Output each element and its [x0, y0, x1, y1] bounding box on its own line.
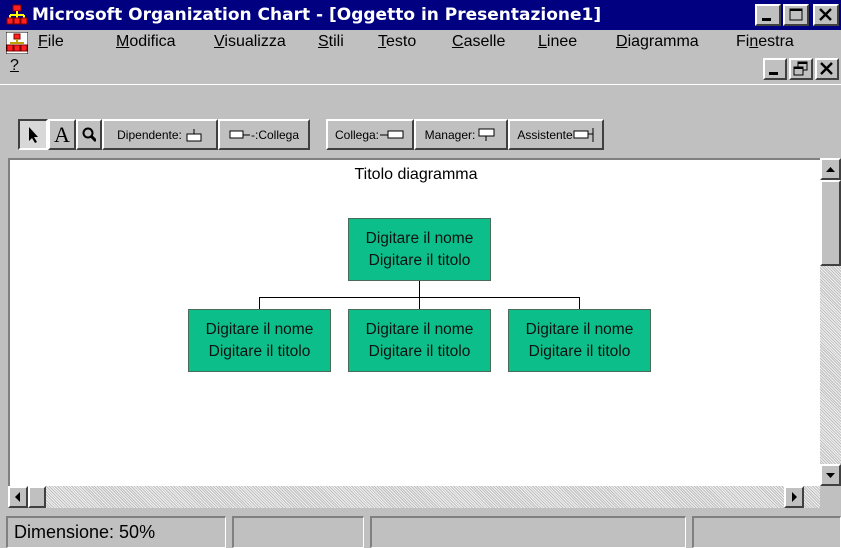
- box-name: Digitare il nome: [365, 229, 474, 247]
- menu-file[interactable]: File: [38, 33, 64, 51]
- status-panel-2: [232, 516, 364, 548]
- box-title: Digitare il titolo: [528, 342, 631, 360]
- scroll-right-button[interactable]: [784, 486, 804, 508]
- select-tool-button[interactable]: [18, 119, 48, 150]
- doc-minimize-button[interactable]: [763, 58, 787, 80]
- assistant-tool-button[interactable]: Assistente: [508, 119, 604, 150]
- assistant-label: Assistente: [517, 127, 573, 142]
- arrow-down-icon: [826, 473, 835, 478]
- window-title: Microsoft Organization Chart - [Oggetto …: [32, 5, 602, 25]
- status-bar: Dimensione: 50%: [0, 510, 841, 548]
- scrollbar-corner: [820, 486, 841, 508]
- box-name: Digitare il nome: [365, 320, 474, 338]
- zoom-tool-button[interactable]: [76, 119, 102, 150]
- chart-title[interactable]: Titolo diagramma: [10, 166, 822, 184]
- manager-tool-button[interactable]: Manager:: [414, 119, 508, 150]
- doc-restore-button[interactable]: [789, 58, 813, 80]
- menu-visualizza[interactable]: Visualizza: [214, 33, 286, 51]
- status-panel-4: [692, 516, 841, 548]
- subordinate-label: Dipendente:: [117, 127, 182, 142]
- horizontal-scrollbar[interactable]: [8, 486, 820, 508]
- connector-manager-down: [419, 280, 420, 298]
- left-coworker-icon: [229, 130, 250, 138]
- maximize-button[interactable]: [783, 4, 809, 26]
- left-coworker-label: -:Collega: [250, 127, 300, 142]
- right-coworker-icon: [380, 130, 404, 138]
- subordinate-tool-button[interactable]: Dipendente:: [102, 119, 218, 150]
- text-tool-label: A: [54, 121, 70, 147]
- menu-linee[interactable]: Linee: [538, 33, 577, 51]
- magnifier-icon: [82, 127, 96, 142]
- close-icon: [820, 62, 833, 75]
- subordinate-icon: [186, 128, 202, 141]
- org-box-subordinate-1[interactable]: Digitare il nome Digitare il titolo: [188, 309, 331, 372]
- doc-close-button[interactable]: [815, 58, 839, 80]
- manager-label: Manager:: [424, 127, 476, 142]
- arrow-pointer-icon: [29, 126, 38, 143]
- menu-modifica[interactable]: Modifica: [116, 33, 176, 51]
- box-title: Digitare il titolo: [368, 342, 471, 360]
- box-title: Digitare il titolo: [368, 251, 471, 269]
- document-icon[interactable]: [5, 31, 29, 55]
- menu-caselle[interactable]: Caselle: [452, 33, 505, 51]
- minimize-icon: [769, 72, 778, 75]
- menu-testo[interactable]: Testo: [378, 33, 416, 51]
- toolbar-spacer: [310, 119, 326, 150]
- chart-canvas[interactable]: Titolo diagramma Digitare il nome Digita…: [8, 158, 820, 486]
- menu-diagramma[interactable]: Diagramma: [616, 33, 699, 51]
- menu-bar: File Modifica Visualizza Stili Testo Cas…: [0, 30, 841, 84]
- org-box-subordinate-2[interactable]: Digitare il nome Digitare il titolo: [348, 309, 491, 372]
- org-chart-app-icon[interactable]: [6, 4, 28, 26]
- manager-icon: [478, 128, 495, 141]
- scroll-thumb[interactable]: [820, 180, 841, 266]
- left-coworker-tool-button[interactable]: -:Collega: [218, 119, 310, 150]
- title-bar[interactable]: Microsoft Organization Chart - [Oggetto …: [0, 0, 841, 30]
- menu-finestra[interactable]: Finestra: [736, 33, 794, 51]
- vertical-scrollbar[interactable]: [820, 158, 841, 486]
- text-tool-button[interactable]: A: [48, 119, 76, 150]
- box-title: Digitare il titolo: [208, 342, 311, 360]
- scroll-down-button[interactable]: [820, 464, 841, 486]
- assistant-icon: [573, 127, 594, 142]
- arrow-up-icon: [826, 167, 835, 172]
- org-box-subordinate-3[interactable]: Digitare il nome Digitare il titolo: [508, 309, 651, 372]
- close-icon: [819, 8, 832, 21]
- menu-help[interactable]: ?: [10, 57, 19, 75]
- minimize-icon: [762, 18, 771, 21]
- menu-stili[interactable]: Stili: [318, 33, 344, 51]
- arrow-left-icon: [15, 492, 20, 502]
- box-name: Digitare il nome: [205, 320, 314, 338]
- scroll-left-button[interactable]: [8, 486, 28, 508]
- minimize-button[interactable]: [755, 4, 781, 26]
- right-coworker-label: Collega:: [334, 127, 380, 142]
- close-button[interactable]: [813, 4, 839, 26]
- right-coworker-tool-button[interactable]: Collega:: [326, 119, 414, 150]
- status-panel-3: [370, 516, 686, 548]
- org-box-manager[interactable]: Digitare il nome Digitare il titolo: [348, 218, 491, 281]
- arrow-right-icon: [792, 492, 797, 502]
- horizontal-scroll-thumb[interactable]: [28, 486, 46, 508]
- restore-icon: [793, 61, 808, 76]
- box-name: Digitare il nome: [525, 320, 634, 338]
- status-zoom: Dimensione: 50%: [6, 516, 226, 548]
- maximize-icon: [789, 8, 803, 21]
- scroll-up-button[interactable]: [820, 158, 841, 180]
- toolbar: A Dipendente: -:Collega Collega: Manager…: [0, 84, 841, 159]
